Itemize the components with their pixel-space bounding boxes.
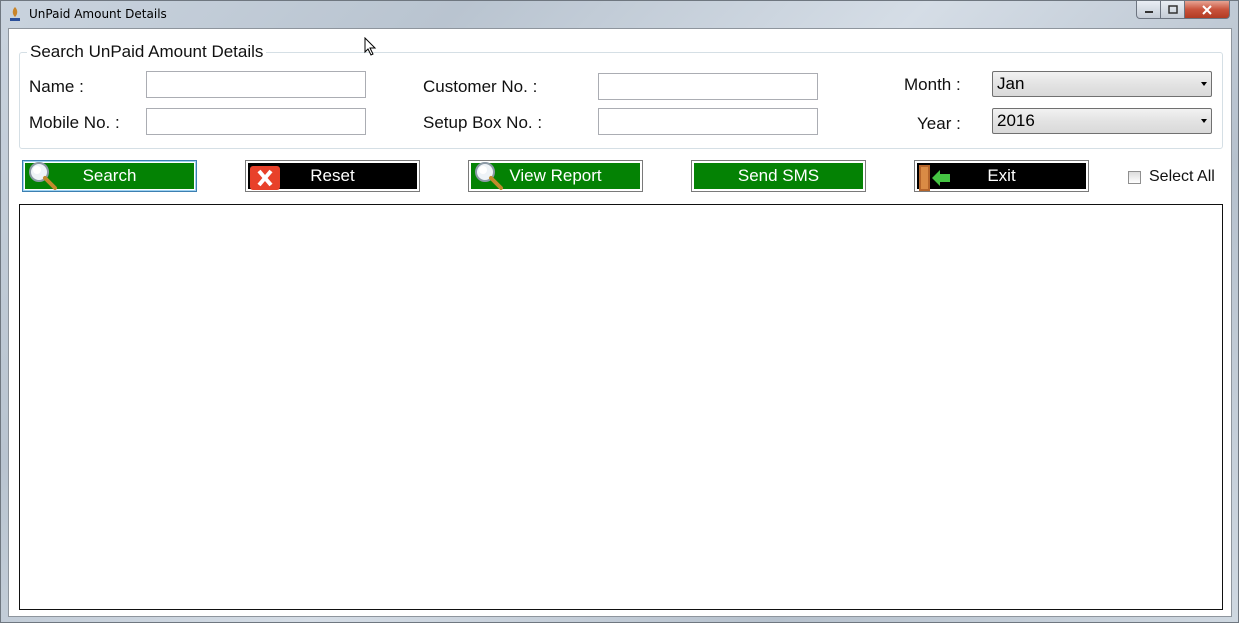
send-sms-button-label: Send SMS bbox=[737, 166, 820, 185]
reset-button[interactable]: Reset bbox=[245, 160, 420, 192]
exit-button[interactable]: Exit bbox=[914, 160, 1089, 192]
month-selected-value: Jan bbox=[997, 74, 1025, 93]
name-input[interactable] bbox=[146, 71, 366, 98]
year-select[interactable]: 2016 bbox=[992, 108, 1212, 134]
close-icon bbox=[1202, 4, 1212, 15]
mobile-input[interactable] bbox=[146, 108, 366, 135]
chevron-down-icon bbox=[1201, 119, 1207, 123]
year-label: Year : bbox=[917, 114, 961, 133]
checkbox-box[interactable] bbox=[1128, 170, 1141, 184]
mobile-label: Mobile No. : bbox=[29, 113, 120, 132]
main-panel: Search UnPaid Amount Details Name : Mobi… bbox=[8, 28, 1232, 617]
maximize-button[interactable] bbox=[1161, 1, 1185, 19]
view-report-button-label: View Report bbox=[509, 166, 602, 185]
reset-button-label: Reset bbox=[310, 166, 355, 185]
window-title: UnPaid Amount Details bbox=[29, 7, 167, 21]
setup-box-input[interactable] bbox=[598, 108, 818, 135]
search-group-title: Search UnPaid Amount Details bbox=[27, 42, 267, 62]
minimize-button[interactable] bbox=[1136, 1, 1161, 19]
minimize-icon bbox=[1144, 10, 1153, 13]
customer-no-input[interactable] bbox=[598, 73, 818, 100]
year-selected-value: 2016 bbox=[997, 111, 1035, 130]
results-grid[interactable] bbox=[19, 204, 1223, 610]
close-button[interactable] bbox=[1185, 1, 1230, 19]
chevron-down-icon bbox=[1201, 82, 1207, 86]
red-x-icon bbox=[250, 166, 280, 190]
exit-button-label: Exit bbox=[987, 166, 1016, 185]
send-sms-button[interactable]: Send SMS bbox=[691, 160, 866, 192]
search-button[interactable]: Search bbox=[22, 160, 197, 192]
setup-box-label: Setup Box No. : bbox=[423, 113, 543, 132]
magnifier-icon bbox=[475, 162, 503, 190]
mouse-cursor-icon bbox=[364, 37, 377, 56]
search-button-label: Search bbox=[82, 166, 137, 185]
select-all-label: Select All bbox=[1149, 168, 1215, 185]
application-window: UnPaid Amount Details Search UnPaid Amou… bbox=[0, 0, 1239, 623]
view-report-button[interactable]: View Report bbox=[468, 160, 643, 192]
select-all-checkbox[interactable]: Select All bbox=[1128, 168, 1215, 186]
month-label: Month : bbox=[904, 75, 961, 94]
customer-no-label: Customer No. : bbox=[423, 77, 538, 96]
app-logo-icon bbox=[10, 7, 20, 21]
name-label: Name : bbox=[29, 77, 84, 96]
exit-door-icon bbox=[919, 165, 950, 191]
title-bar[interactable]: UnPaid Amount Details bbox=[1, 1, 1238, 27]
magnifier-icon bbox=[29, 162, 57, 190]
maximize-icon bbox=[1167, 5, 1178, 14]
month-select[interactable]: Jan bbox=[992, 71, 1212, 97]
